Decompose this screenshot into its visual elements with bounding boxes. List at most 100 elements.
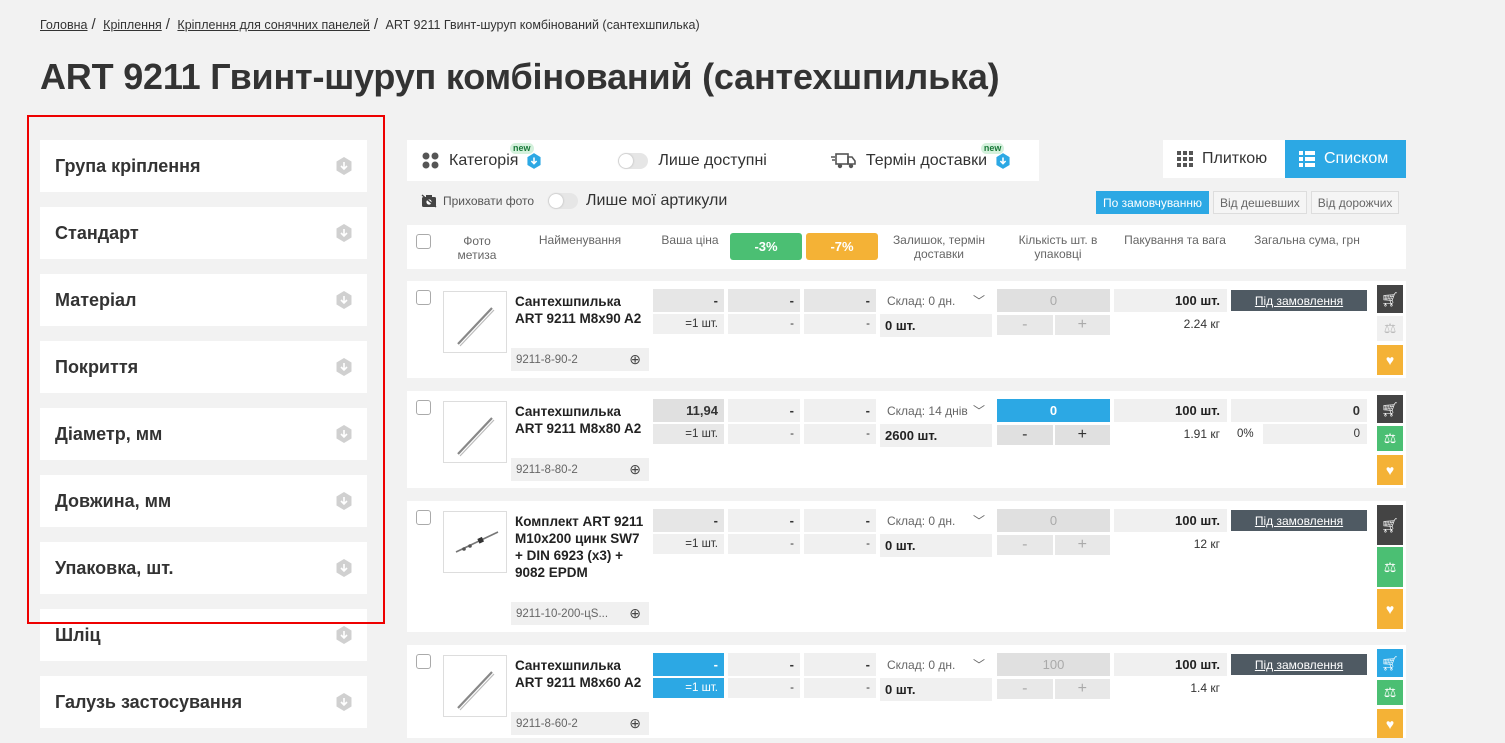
plus-button[interactable]: +	[1054, 679, 1110, 699]
view-list-button[interactable]: Списком	[1285, 140, 1406, 178]
product-name[interactable]: Комплект ART 9211 M10x200 цинк SW7 + DIN…	[515, 513, 645, 581]
col-qty-in-pack: Кількість шт. в упаковці	[1018, 233, 1098, 261]
tag-button[interactable]: ♥︎	[1377, 709, 1403, 738]
add-circle-icon[interactable]: ⊕	[629, 715, 641, 732]
tag-button[interactable]: ♥︎	[1377, 455, 1403, 485]
product-photo[interactable]	[443, 511, 507, 573]
add-circle-icon[interactable]: ⊕	[629, 351, 641, 368]
filter-group[interactable]: Група кріплення	[40, 140, 367, 192]
category-label: Категорія	[449, 151, 519, 169]
cart-button[interactable]: 🛒︎	[1377, 395, 1403, 423]
filter-diameter[interactable]: Діаметр, мм	[40, 408, 367, 460]
price-unit: =1 шт.	[653, 534, 724, 554]
product-name[interactable]: Сантехшпилька ART 9211 M8x60 A2	[515, 657, 645, 691]
page-title: ART 9211 Гвинт-шуруп комбінований (санте…	[40, 56, 1000, 97]
pack-size: 100 шт.	[1114, 653, 1227, 676]
sort-default-button[interactable]: По замовчуванню	[1096, 191, 1209, 214]
qty-stepper: - +	[997, 679, 1110, 699]
download-arrow-icon	[336, 157, 352, 175]
preorder-button[interactable]: Під замовлення	[1231, 654, 1367, 675]
qty-input[interactable]: 0	[997, 289, 1110, 312]
product-name[interactable]: Сантехшпилька ART 9211 M8x90 A2	[515, 293, 645, 327]
preorder-button[interactable]: Під замовлення	[1231, 510, 1367, 531]
filter-package[interactable]: Упаковка, шт.	[40, 542, 367, 594]
qty-input[interactable]: 0	[997, 399, 1110, 422]
download-arrow-icon	[336, 224, 352, 242]
preorder-button[interactable]: Під замовлення	[1231, 290, 1367, 311]
price: 11,94	[653, 399, 724, 422]
plus-button[interactable]: +	[1054, 315, 1110, 335]
discount-3-badge: -3%	[730, 233, 802, 260]
breadcrumb-home[interactable]: Головна	[40, 18, 88, 32]
hide-photo-label[interactable]: Приховати фото	[443, 194, 534, 208]
row-checkbox[interactable]	[416, 400, 431, 415]
row-checkbox[interactable]	[416, 290, 431, 305]
product-photo[interactable]	[443, 655, 507, 717]
plus-button[interactable]: +	[1054, 535, 1110, 555]
col-name: Найменування	[538, 233, 622, 247]
breadcrumb-solar[interactable]: Кріплення для сонячних панелей	[177, 18, 369, 32]
view-tile-button[interactable]: Плиткою	[1163, 140, 1285, 178]
stock-select[interactable]: Склад: 0 дн. ﹀	[880, 509, 992, 532]
row-checkbox[interactable]	[416, 654, 431, 669]
product-sku: 9211-8-80-2 ⊕	[511, 458, 649, 481]
sum-sub-value: 0	[1263, 424, 1367, 444]
price-7: -	[804, 289, 876, 312]
stock-qty: 0 шт.	[880, 314, 992, 337]
sort-cheaper-button[interactable]: Від дешевших	[1213, 191, 1307, 214]
row-checkbox[interactable]	[416, 510, 431, 525]
minus-button[interactable]: -	[997, 679, 1053, 699]
price-7: -	[804, 399, 876, 422]
download-arrow-icon	[996, 152, 1010, 169]
category-filter[interactable]: Категорія new	[422, 142, 541, 170]
filter-industry[interactable]: Галузь застосування	[40, 676, 367, 728]
tag-button[interactable]: ♥︎	[1377, 589, 1403, 629]
plus-button[interactable]: +	[1054, 425, 1110, 445]
cart-button[interactable]: 🛒︎	[1377, 285, 1403, 313]
filter-slot[interactable]: Шліц	[40, 609, 367, 661]
product-sku: 9211-8-60-2 ⊕	[511, 712, 649, 735]
stock-select[interactable]: Склад: 0 дн. ﹀	[880, 653, 992, 676]
breadcrumb-fasteners[interactable]: Кріплення	[103, 18, 162, 32]
compare-button[interactable]: ⚖︎	[1377, 316, 1403, 341]
only-my-articles-toggle[interactable]	[548, 193, 579, 209]
cart-button[interactable]: 🛒︎	[1377, 649, 1403, 677]
cart-button[interactable]: 🛒︎	[1377, 505, 1403, 545]
table-row: Сантехшпилька ART 9211 M8x80 A2 9211-8-8…	[407, 391, 1406, 488]
stock-select[interactable]: Склад: 14 днів ﹀	[880, 399, 992, 422]
add-circle-icon[interactable]: ⊕	[629, 605, 641, 622]
only-available-toggle[interactable]: Лише доступні	[618, 152, 767, 170]
qty-stepper: - +	[997, 315, 1110, 335]
product-sku: 9211-8-90-2 ⊕	[511, 348, 649, 371]
price-3: -	[728, 289, 800, 312]
minus-button[interactable]: -	[997, 315, 1053, 335]
delivery-term-filter[interactable]: Термін доставки new	[830, 142, 1010, 170]
filter-standard[interactable]: Стандарт	[40, 207, 367, 259]
minus-button[interactable]: -	[997, 425, 1053, 445]
qty-input[interactable]: 100	[997, 653, 1110, 676]
filter-coating[interactable]: Покриття	[40, 341, 367, 393]
tag-button[interactable]: ♥︎	[1377, 345, 1403, 375]
select-all-checkbox[interactable]	[416, 234, 431, 249]
table-row: Сантехшпилька ART 9211 M8x60 A2 9211-8-6…	[407, 645, 1406, 738]
toggle-switch[interactable]	[618, 152, 649, 169]
download-arrow-icon	[336, 492, 352, 510]
breadcrumb-current: ART 9211 Гвинт-шуруп комбінований (санте…	[385, 18, 700, 32]
stock-qty: 0 шт.	[880, 534, 992, 557]
filter-material[interactable]: Матеріал	[40, 274, 367, 326]
compare-button[interactable]: ⚖︎	[1377, 426, 1403, 451]
price-7: -	[804, 653, 876, 676]
scales-icon: ⚖︎	[1383, 320, 1397, 336]
col-photo: Фото метиза	[457, 234, 497, 262]
stock-select[interactable]: Склад: 0 дн. ﹀	[880, 289, 992, 312]
qty-input[interactable]: 0	[997, 509, 1110, 532]
product-photo[interactable]	[443, 291, 507, 353]
sort-expensive-button[interactable]: Від дорожчих	[1310, 191, 1400, 214]
product-photo[interactable]	[443, 401, 507, 463]
minus-button[interactable]: -	[997, 535, 1053, 555]
filter-length[interactable]: Довжина, мм	[40, 475, 367, 527]
add-circle-icon[interactable]: ⊕	[629, 461, 641, 478]
compare-button[interactable]: ⚖︎	[1377, 547, 1403, 587]
compare-button[interactable]: ⚖︎	[1377, 680, 1403, 705]
product-name[interactable]: Сантехшпилька ART 9211 M8x80 A2	[515, 403, 645, 437]
